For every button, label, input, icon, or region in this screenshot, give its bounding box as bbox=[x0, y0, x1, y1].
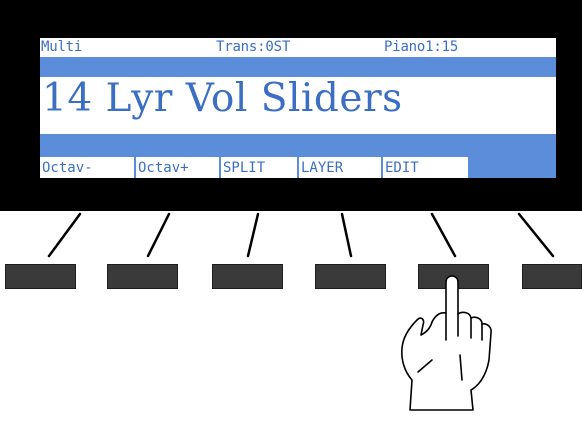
pointing-hand-icon bbox=[401, 275, 492, 411]
